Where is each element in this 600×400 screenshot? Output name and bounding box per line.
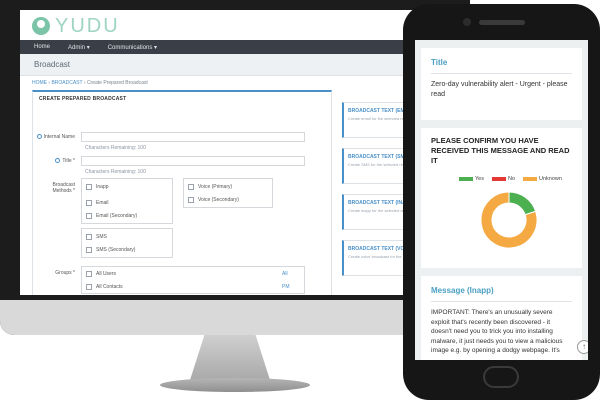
legend-yes[interactable]: Yes bbox=[459, 176, 484, 182]
checkbox-icon bbox=[86, 284, 92, 290]
checkbox-icon bbox=[86, 213, 92, 219]
message-card-body: IMPORTANT: There's an unusually severe e… bbox=[431, 309, 563, 354]
legend-swatch-no bbox=[491, 177, 506, 181]
internal-name-hint: Characters Remaining: 100 bbox=[85, 145, 146, 151]
methods-box-sms: SMS SMS (Secondary) bbox=[81, 228, 173, 258]
yudu-logo-icon bbox=[32, 17, 50, 35]
broadcast-methods-label: Broadcast Methods * bbox=[52, 182, 75, 194]
home-button[interactable] bbox=[483, 366, 519, 388]
method-sms[interactable]: SMS bbox=[86, 234, 107, 240]
info-icon bbox=[36, 134, 42, 140]
internal-name-input[interactable] bbox=[81, 132, 305, 142]
breadcrumb-home[interactable]: HOME bbox=[32, 80, 47, 86]
monitor-chin bbox=[0, 300, 470, 335]
breadcrumb-separator: › bbox=[48, 80, 51, 86]
top-nav: Home Admin ▾ Communications ▾ bbox=[20, 40, 460, 54]
desktop-monitor: YUDU Home Admin ▾ Communications ▾ Broad… bbox=[0, 0, 470, 335]
legend-swatch-yes bbox=[459, 177, 473, 181]
breadcrumb-separator: › bbox=[83, 80, 86, 86]
title-label: Title * bbox=[35, 158, 75, 164]
scroll-top-button[interactable]: ↑ bbox=[577, 340, 588, 354]
breadcrumb-current: Create Prepared Broadcast bbox=[86, 80, 148, 86]
camera-icon bbox=[463, 18, 471, 26]
method-sms-secondary[interactable]: SMS (Secondary) bbox=[86, 247, 135, 253]
group-all-contacts[interactable]: All Contacts bbox=[86, 284, 123, 290]
group-contacts-icon: PM bbox=[282, 284, 290, 290]
nav-home[interactable]: Home bbox=[34, 44, 50, 50]
title-input[interactable] bbox=[81, 156, 305, 166]
checkbox-icon bbox=[86, 200, 92, 206]
pie-slice-yes[interactable] bbox=[508, 191, 537, 216]
brand-logo[interactable]: YUDU bbox=[32, 15, 120, 37]
desktop-screen: YUDU Home Admin ▾ Communications ▾ Broad… bbox=[20, 10, 460, 295]
page-header: Broadcast bbox=[20, 54, 460, 76]
create-broadcast-form: CREATE PREPARED BROADCAST Internal Name … bbox=[32, 90, 332, 295]
internal-name-label: Internal Name bbox=[35, 134, 75, 140]
methods-box-inapp-email: Inapp Email Email (Secondary) bbox=[81, 178, 173, 224]
message-card-heading: Message (Inapp) bbox=[431, 286, 494, 295]
checkbox-icon bbox=[188, 197, 194, 203]
title-hint: Characters Remaining: 100 bbox=[85, 169, 146, 175]
phone-screen: Title Zero-day vulnerability alert - Urg… bbox=[415, 40, 588, 360]
stage: YUDU Home Admin ▾ Communications ▾ Broad… bbox=[0, 0, 600, 400]
title-card-body: Zero-day vulnerability alert - Urgent - … bbox=[431, 81, 568, 98]
method-email-secondary[interactable]: Email (Secondary) bbox=[86, 213, 137, 219]
confirm-card: PLEASE CONFIRM YOU HAVE RECEIVED THIS ME… bbox=[421, 128, 582, 268]
side-card-title: BROADCAST TEXT (SMS) bbox=[348, 154, 410, 160]
message-card: Message (Inapp) IMPORTANT: There's an un… bbox=[421, 276, 582, 360]
checkbox-icon bbox=[86, 271, 92, 277]
response-doughnut-chart bbox=[480, 191, 538, 249]
title-card-heading: Title bbox=[431, 58, 448, 67]
monitor-stand bbox=[190, 335, 270, 380]
nav-admin[interactable]: Admin ▾ bbox=[68, 44, 90, 51]
legend-swatch-unknown bbox=[523, 177, 538, 181]
monitor-stand-base bbox=[160, 378, 310, 392]
checkbox-icon bbox=[86, 247, 92, 253]
checkbox-icon bbox=[86, 234, 92, 240]
title-card: Title Zero-day vulnerability alert - Urg… bbox=[421, 48, 582, 120]
form-title: CREATE PREPARED BROADCAST bbox=[39, 96, 127, 102]
speaker-grille bbox=[479, 20, 525, 25]
breadcrumb: HOME › BROADCAST › Create Prepared Broad… bbox=[32, 80, 148, 86]
nav-communications[interactable]: Communications ▾ bbox=[108, 44, 157, 51]
methods-box-voice: Voice (Primary) Voice (Secondary) bbox=[183, 178, 273, 208]
method-voice-secondary[interactable]: Voice (Secondary) bbox=[188, 197, 239, 203]
chart-legend: Yes No Unknown bbox=[459, 176, 562, 182]
method-email[interactable]: Email bbox=[86, 200, 109, 206]
method-voice-primary[interactable]: Voice (Primary) bbox=[188, 184, 232, 190]
groups-box: All Users All Contacts All PM bbox=[81, 266, 305, 294]
breadcrumb-broadcast[interactable]: BROADCAST bbox=[51, 80, 82, 86]
phone-device: Title Zero-day vulnerability alert - Urg… bbox=[403, 4, 600, 400]
groups-label: Groups * bbox=[55, 270, 75, 276]
legend-no[interactable]: No bbox=[491, 176, 515, 182]
info-icon bbox=[55, 158, 61, 164]
checkbox-icon bbox=[86, 184, 92, 190]
group-users-icon: All bbox=[282, 271, 288, 277]
group-all-users[interactable]: All Users bbox=[86, 271, 116, 277]
checkbox-icon bbox=[188, 184, 194, 190]
method-inapp[interactable]: Inapp bbox=[86, 184, 109, 190]
legend-unknown[interactable]: Unknown bbox=[523, 176, 562, 182]
confirm-heading: PLEASE CONFIRM YOU HAVE RECEIVED THIS ME… bbox=[431, 136, 570, 165]
page-title: Broadcast bbox=[34, 60, 71, 69]
brand-name: YUDU bbox=[55, 14, 120, 37]
